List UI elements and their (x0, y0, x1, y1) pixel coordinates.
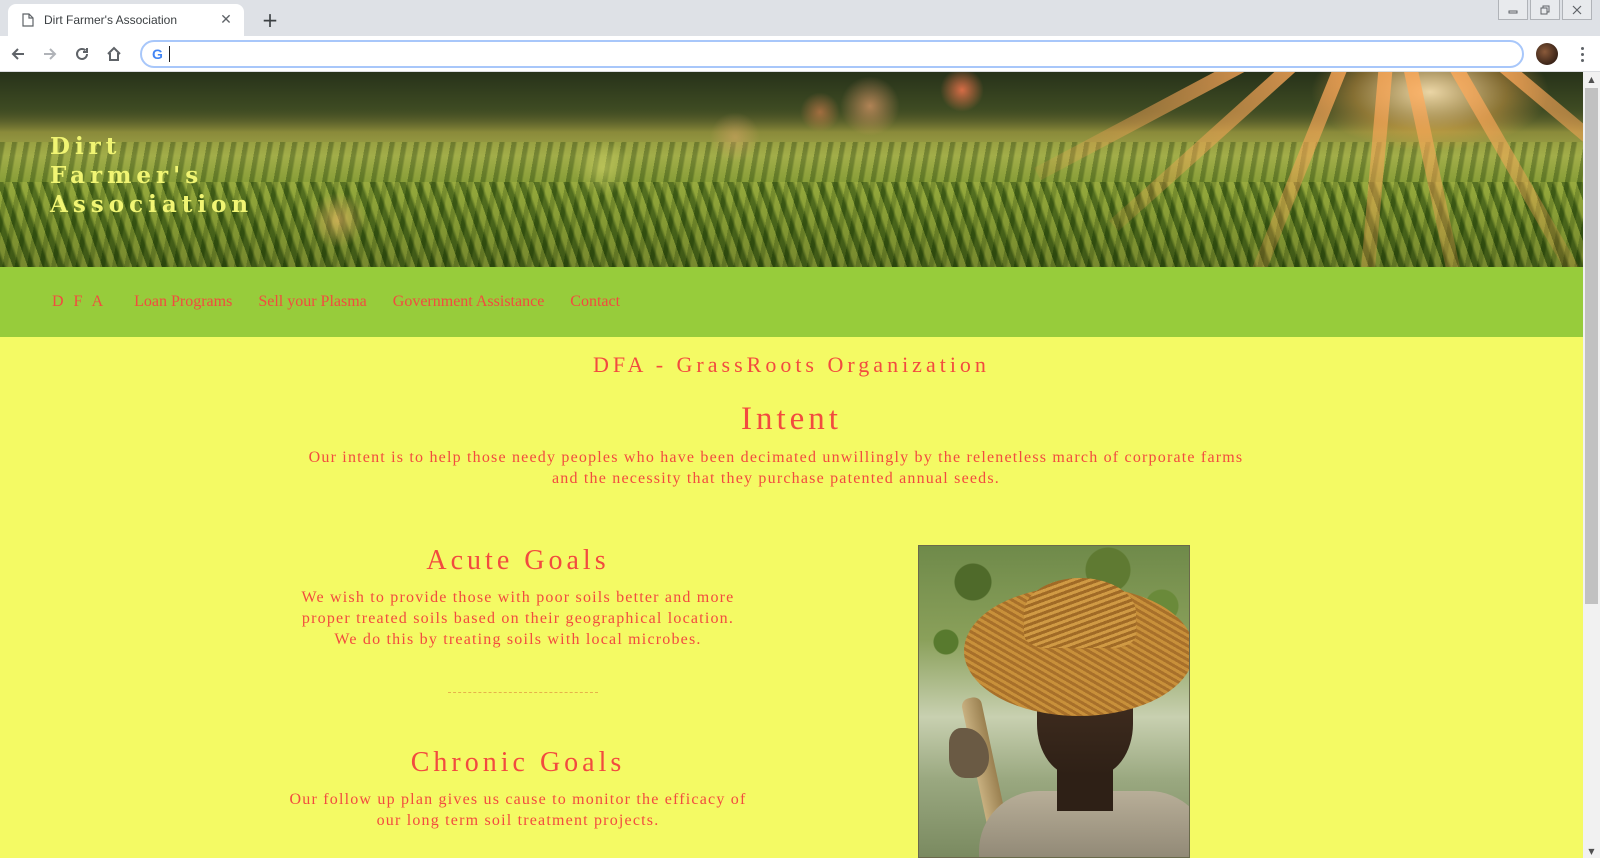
address-input[interactable] (169, 46, 1470, 62)
site-title-line: Association (50, 191, 254, 218)
browser-tab[interactable]: Dirt Farmer's Association ✕ (8, 4, 244, 36)
section-divider (448, 692, 598, 693)
scroll-up-icon[interactable]: ▲ (1583, 72, 1600, 86)
minimize-icon[interactable] (1498, 0, 1528, 20)
profile-avatar[interactable] (1536, 43, 1558, 65)
tab-title: Dirt Farmer's Association (44, 13, 177, 27)
lens-flare (310, 192, 366, 248)
acute-goals-section: Acute Goals We wish to provide those wit… (288, 545, 748, 650)
site-title-line: Dirt (50, 133, 122, 160)
lens-flare (575, 140, 631, 196)
farmer-photo (918, 545, 1190, 858)
nav-link-dfa[interactable]: D F A (52, 293, 106, 311)
lens-flare (710, 112, 760, 162)
main-nav: D F A Loan Programs Sell your Plasma Gov… (0, 267, 1583, 337)
intent-text: Our intent is to help those needy people… (308, 449, 1244, 487)
intent-heading: Intent (741, 401, 842, 437)
nav-link-government-assistance[interactable]: Government Assistance (393, 293, 545, 311)
photo-hat-crown (1024, 578, 1136, 648)
chronic-goals-section: Chronic Goals Our follow up plan gives u… (288, 747, 748, 831)
reload-icon[interactable] (68, 40, 96, 68)
acute-goals-heading: Acute Goals (426, 545, 610, 576)
page-scrollbar[interactable]: ▲ ▼ (1583, 72, 1600, 858)
menu-icon[interactable] (1572, 44, 1592, 64)
org-heading: DFA - GrassRoots Organization (593, 352, 990, 377)
nav-link-loan-programs[interactable]: Loan Programs (134, 293, 232, 311)
nav-link-sell-plasma[interactable]: Sell your Plasma (258, 293, 366, 311)
home-icon[interactable] (100, 40, 128, 68)
page-viewport: Dirt Farmer's Association D F A Loan Pro… (0, 72, 1583, 858)
address-bar[interactable]: G (140, 40, 1524, 68)
restore-icon[interactable] (1530, 0, 1560, 20)
chronic-goals-text: Our follow up plan gives us cause to mon… (289, 791, 747, 829)
site-title-line: Farmer's (50, 162, 204, 189)
lens-flare (800, 92, 840, 132)
new-tab-button[interactable]: + (258, 8, 282, 32)
scroll-thumb[interactable] (1585, 88, 1598, 604)
scroll-down-icon[interactable]: ▼ (1583, 844, 1600, 858)
site-title[interactable]: Dirt Farmer's Association (50, 132, 310, 219)
window-controls (1498, 0, 1592, 20)
page-icon (20, 12, 36, 28)
acute-goals-text: We wish to provide those with poor soils… (301, 589, 735, 648)
hero-banner: Dirt Farmer's Association (0, 72, 1583, 272)
chronic-goals-heading: Chronic Goals (410, 747, 626, 778)
main-content: DFA - GrassRoots Organization Intent Our… (0, 337, 1583, 858)
google-icon: G (152, 46, 163, 62)
lens-flare (840, 76, 900, 136)
tab-strip: Dirt Farmer's Association ✕ + (0, 0, 1600, 36)
close-icon[interactable] (1562, 0, 1592, 20)
nav-link-contact[interactable]: Contact (570, 293, 620, 311)
browser-toolbar: G (0, 36, 1600, 72)
back-icon[interactable] (4, 40, 32, 68)
tab-close-icon[interactable]: ✕ (216, 10, 236, 30)
forward-icon[interactable] (36, 40, 64, 68)
